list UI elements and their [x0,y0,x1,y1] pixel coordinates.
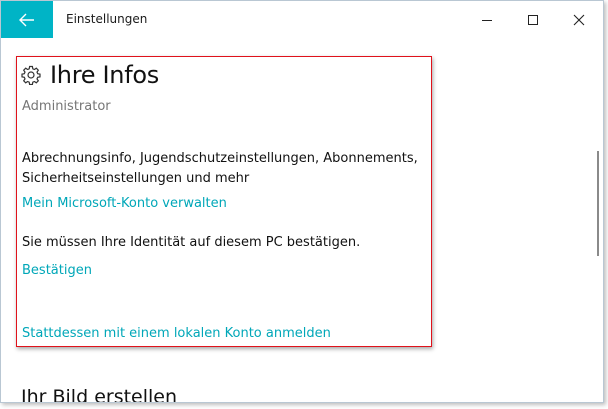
manage-microsoft-account-link[interactable]: Mein Microsoft-Konto verwalten [22,196,227,211]
settings-content: Ihre Infos Administrator Abrechnungsinfo… [1,38,603,403]
account-description: Abrechnungsinfo, Jugendschutzeinstellung… [22,151,418,186]
vertical-scrollbar[interactable] [597,151,599,256]
settings-window: Einstellungen Ihre Infos Administrator A… [0,0,604,403]
local-account-signin-link[interactable]: Stattdessen mit einem lokalen Konto anme… [22,326,331,341]
verify-identity-text: Sie müssen Ihre Identität auf diesem PC … [22,235,361,250]
section-heading: Ihre Infos [21,61,159,89]
account-type-label: Administrator [22,99,111,114]
arrow-left-icon [19,13,34,26]
minimize-button[interactable] [464,1,509,38]
close-button[interactable] [556,1,601,38]
page-title: Ihre Infos [50,61,159,89]
minimize-icon [481,19,492,21]
title-bar: Einstellungen [1,1,603,38]
verify-link[interactable]: Bestätigen [22,263,92,278]
maximize-button[interactable] [510,1,555,38]
your-info-section: Ihre Infos Administrator Abrechnungsinfo… [16,56,432,347]
create-picture-heading: Ihr Bild erstellen [21,386,178,403]
maximize-icon [527,14,538,25]
window-title: Einstellungen [66,12,148,26]
gear-icon [21,65,41,85]
back-button[interactable] [1,1,53,38]
close-icon [573,14,584,25]
